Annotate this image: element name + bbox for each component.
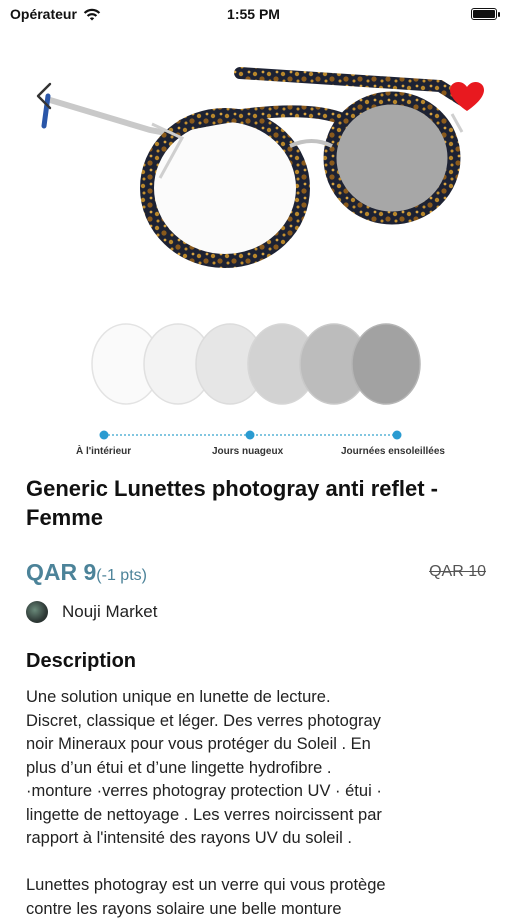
seller-link[interactable]: Nouji Market — [26, 600, 157, 624]
old-price: QAR 10 — [429, 563, 486, 580]
scale-label-sunny: Journées ensoleillées — [341, 446, 445, 457]
battery-icon — [471, 8, 500, 20]
points-value: (-1 pts) — [96, 567, 147, 584]
current-price: QAR 9 — [26, 559, 97, 585]
product-image-area: À l'intérieur Jours nuageux Journées ens… — [0, 28, 507, 468]
scale-label-indoor: À l'intérieur — [76, 446, 132, 457]
description-text: Une solution unique en lunette de lectur… — [26, 688, 386, 918]
favorite-button[interactable] — [448, 80, 486, 114]
chevron-left-icon — [36, 82, 52, 110]
seller-name: Nouji Market — [62, 602, 158, 621]
lens-tint-strip — [91, 323, 421, 405]
status-time: 1:55 PM — [227, 6, 280, 22]
description-heading: Description — [26, 650, 137, 672]
tint-scale: À l'intérieur Jours nuageux Journées ens… — [60, 428, 460, 468]
product-image-glasses — [41, 67, 468, 268]
seller-avatar — [26, 601, 48, 623]
product-title: Generic Lunettes photogray anti reflet -… — [26, 476, 438, 530]
back-button[interactable] — [28, 76, 62, 116]
heart-icon — [450, 82, 484, 111]
price-group: QAR 9(-1 pts) — [26, 559, 147, 586]
tint-scale-line — [99, 430, 402, 440]
status-bar: Opérateur 1:55 PM — [0, 0, 507, 28]
scale-label-cloudy: Jours nuageux — [212, 446, 284, 457]
price-row: QAR 9(-1 pts) QAR 10 — [26, 559, 486, 589]
